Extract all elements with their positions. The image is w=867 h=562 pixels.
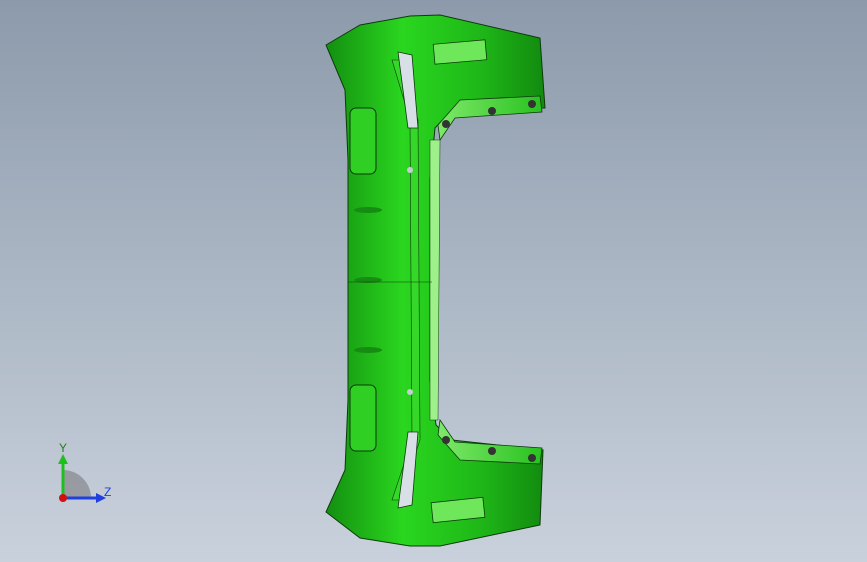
- hole: [407, 167, 413, 173]
- bolt: [528, 100, 536, 108]
- bolt: [442, 120, 450, 128]
- bolt: [442, 436, 450, 444]
- triad-plane: [63, 470, 91, 498]
- fog-lamp-recess-top: [349, 107, 377, 175]
- rib-3: [354, 347, 382, 353]
- bolt: [528, 454, 536, 462]
- bolt: [488, 107, 496, 115]
- rib-1: [354, 207, 382, 213]
- coordinate-triad: Y Z: [58, 441, 111, 503]
- triad-origin: [59, 494, 67, 502]
- z-axis-label: Z: [104, 485, 111, 499]
- y-axis-label: Y: [59, 441, 67, 455]
- y-axis-arrow: [58, 454, 68, 464]
- bolt: [488, 447, 496, 455]
- mount-pad-top: [432, 39, 488, 65]
- inner-flange: [429, 139, 441, 421]
- hole: [407, 389, 413, 395]
- bumper-3d-model[interactable]: [0, 0, 867, 562]
- fog-lamp-recess-bottom: [349, 384, 377, 452]
- graphics-viewport[interactable]: Y Z: [0, 0, 867, 562]
